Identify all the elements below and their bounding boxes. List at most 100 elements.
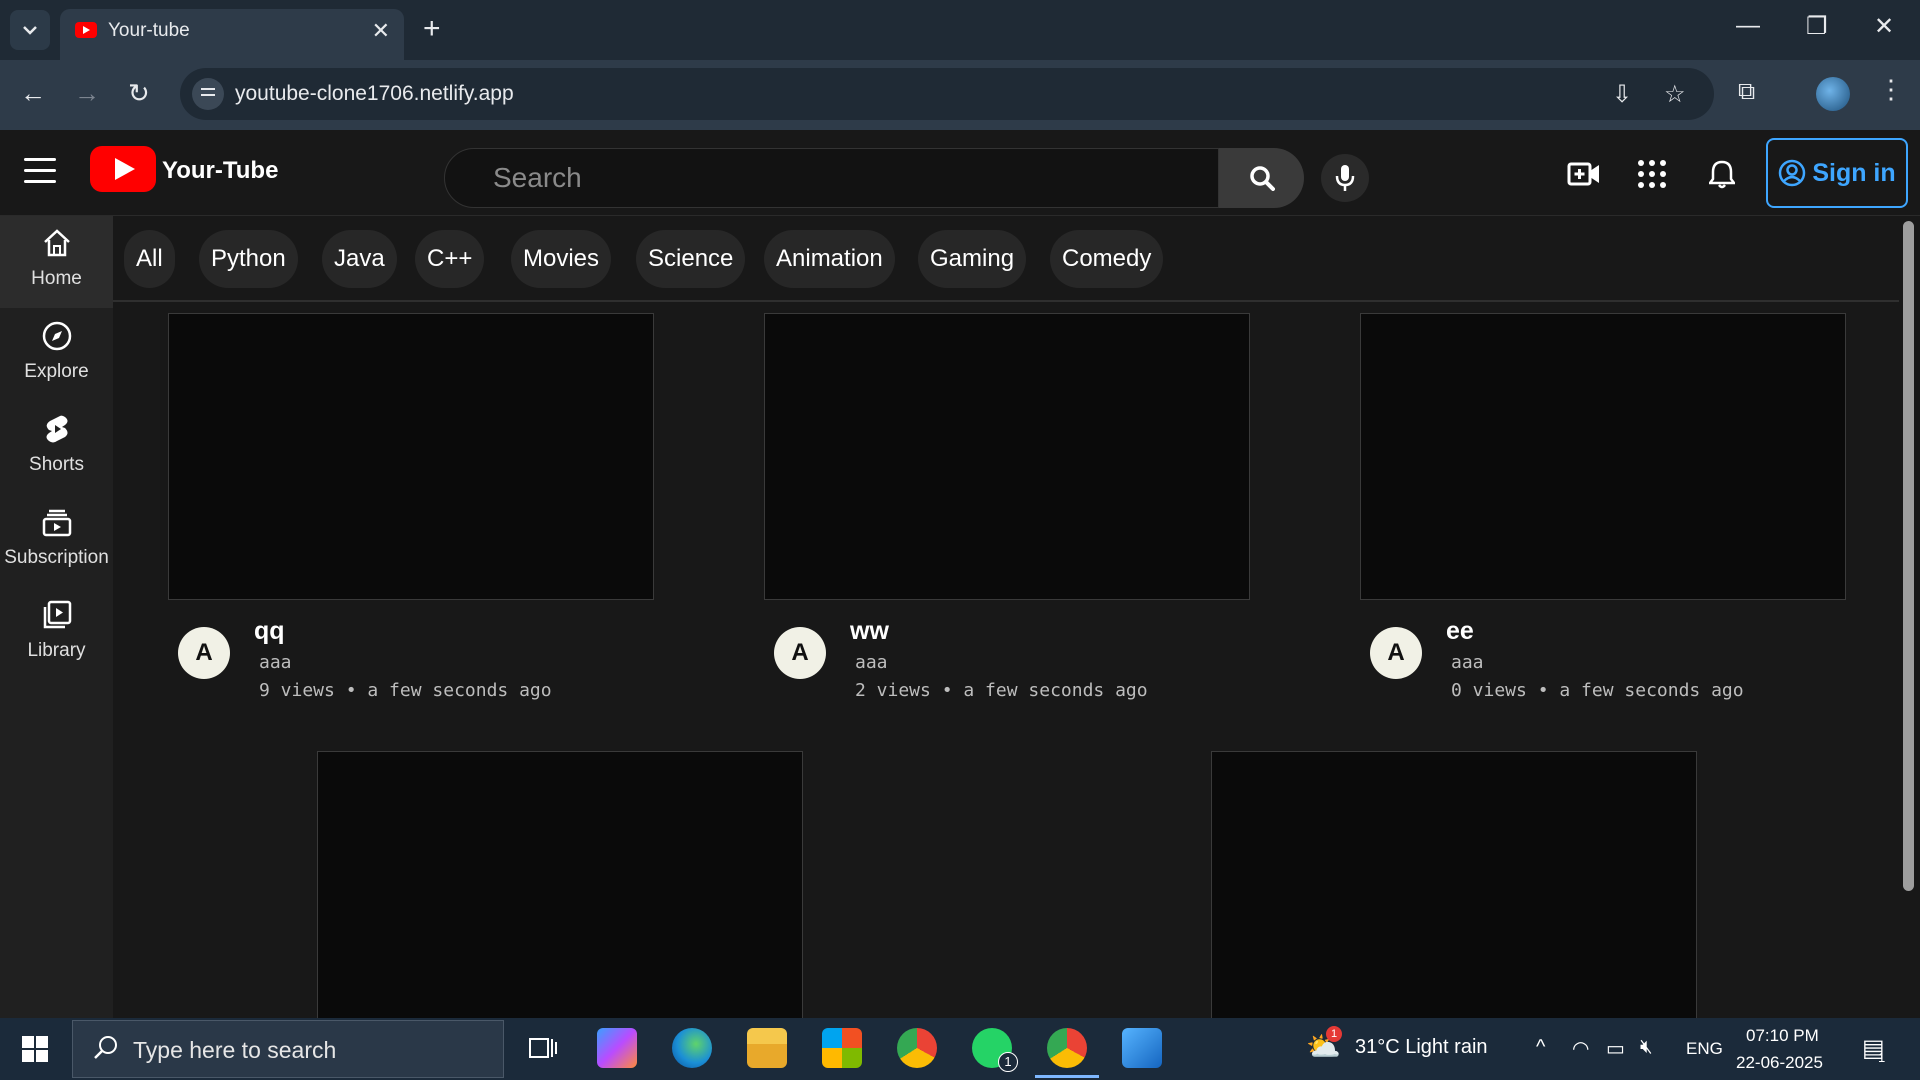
chip-all[interactable]: All bbox=[124, 230, 175, 288]
page-scrollbar[interactable] bbox=[1899, 216, 1920, 1018]
chip-comedy[interactable]: Comedy bbox=[1050, 230, 1164, 288]
app-header: Your-Tube Sign in bbox=[0, 130, 1920, 216]
taskbar-search-placeholder: Type here to search bbox=[133, 1037, 337, 1063]
tab-close-icon[interactable]: ✕ bbox=[372, 18, 390, 44]
shorts-icon bbox=[46, 415, 68, 443]
sidebar: Home Explore Shorts Subscription Library bbox=[0, 216, 113, 1018]
video-meta: 2 views • a few seconds ago bbox=[855, 680, 1148, 701]
browser-menu-icon[interactable]: ⋮ bbox=[1878, 74, 1904, 105]
search-button[interactable] bbox=[1219, 148, 1304, 208]
forward-icon[interactable]: → bbox=[74, 78, 100, 109]
chip-java[interactable]: Java bbox=[322, 230, 397, 288]
upload-time: • a few seconds ago bbox=[941, 680, 1148, 701]
channel-name[interactable]: aaa bbox=[259, 652, 292, 673]
clock-date[interactable]: 22-06-2025 bbox=[1736, 1053, 1823, 1073]
minimize-icon[interactable]: — bbox=[1736, 12, 1760, 40]
bookmark-star-icon[interactable]: ☆ bbox=[1664, 80, 1686, 109]
new-tab-icon[interactable]: + bbox=[423, 12, 441, 46]
view-count: 2 views bbox=[855, 680, 931, 701]
view-count: 9 views bbox=[259, 680, 335, 701]
sidebar-item-shorts[interactable]: Shorts bbox=[0, 402, 113, 494]
chip-movies[interactable]: Movies bbox=[511, 230, 612, 288]
chrome-profile-icon[interactable] bbox=[1035, 1028, 1099, 1078]
chevron-down-icon bbox=[23, 26, 37, 35]
home-icon bbox=[44, 229, 70, 257]
back-icon[interactable]: ← bbox=[20, 78, 46, 109]
video-thumbnail[interactable] bbox=[1360, 313, 1846, 600]
channel-avatar[interactable]: A bbox=[178, 627, 230, 679]
taskbar-search-box[interactable]: Type here to search bbox=[72, 1020, 504, 1078]
sidebar-item-label: Shorts bbox=[29, 454, 84, 475]
video-title[interactable]: ww bbox=[850, 617, 889, 646]
video-title[interactable]: ee bbox=[1446, 617, 1474, 646]
search-icon bbox=[94, 1036, 117, 1059]
subscriptions-icon bbox=[42, 509, 72, 537]
chip-cpp[interactable]: C++ bbox=[415, 230, 485, 288]
task-view-icon[interactable] bbox=[522, 1028, 562, 1068]
copilot-icon[interactable] bbox=[597, 1028, 637, 1068]
install-app-icon[interactable]: ⇩ bbox=[1612, 80, 1632, 109]
sidebar-item-explore[interactable]: Explore bbox=[0, 309, 113, 401]
video-meta: 9 views • a few seconds ago bbox=[259, 680, 552, 701]
clock-time[interactable]: 07:10 PM bbox=[1746, 1026, 1819, 1046]
volume-muted-icon[interactable]: 🔇︎ bbox=[1640, 1036, 1653, 1059]
tab-search-button[interactable] bbox=[10, 10, 50, 50]
windows-start-icon[interactable] bbox=[22, 1036, 48, 1062]
search-icon bbox=[1249, 166, 1275, 191]
channel-name[interactable]: aaa bbox=[855, 652, 888, 673]
video-thumbnail[interactable] bbox=[764, 313, 1250, 600]
edge-browser-icon[interactable] bbox=[672, 1028, 712, 1068]
video-thumbnail[interactable] bbox=[168, 313, 654, 600]
site-info-icon[interactable] bbox=[192, 78, 224, 110]
browser-tab[interactable]: Your-tube ✕ bbox=[60, 9, 404, 60]
photos-app-icon[interactable] bbox=[1122, 1028, 1162, 1068]
video-thumbnail[interactable] bbox=[317, 751, 803, 1018]
scrollbar-thumb[interactable] bbox=[1903, 221, 1914, 891]
network-icon[interactable]: ◠ bbox=[1572, 1036, 1589, 1061]
sidebar-item-home[interactable]: Home bbox=[0, 216, 113, 308]
browser-tab-bar: Your-tube ✕ + — ❐ ✕ bbox=[0, 0, 1920, 60]
video-thumbnail[interactable] bbox=[1211, 751, 1697, 1018]
chevron-up-icon[interactable]: ^ bbox=[1536, 1036, 1545, 1059]
extensions-icon[interactable]: ⧉ bbox=[1738, 78, 1755, 106]
chrome-icon[interactable] bbox=[897, 1028, 937, 1068]
channel-avatar[interactable]: A bbox=[1370, 627, 1422, 679]
sign-in-button[interactable]: Sign in bbox=[1766, 138, 1908, 208]
sign-in-label: Sign in bbox=[1812, 158, 1896, 187]
voice-search-button[interactable] bbox=[1321, 154, 1369, 202]
reload-icon[interactable]: ↻ bbox=[128, 78, 150, 109]
microsoft-store-icon[interactable] bbox=[822, 1028, 862, 1068]
chip-python[interactable]: Python bbox=[199, 230, 298, 288]
whatsapp-icon[interactable]: 1 bbox=[972, 1028, 1018, 1072]
chip-science[interactable]: Science bbox=[636, 230, 746, 288]
create-video-icon[interactable] bbox=[1564, 154, 1604, 194]
battery-icon[interactable]: ▭ bbox=[1606, 1036, 1625, 1061]
video-title[interactable]: qq bbox=[254, 617, 285, 646]
menu-icon[interactable] bbox=[24, 158, 56, 184]
channel-avatar[interactable]: A bbox=[774, 627, 826, 679]
address-bar[interactable]: youtube-clone1706.netlify.app ⇩ ☆ bbox=[180, 68, 1714, 120]
channel-name[interactable]: aaa bbox=[1451, 652, 1484, 673]
library-icon bbox=[43, 600, 72, 629]
url-text: youtube-clone1706.netlify.app bbox=[235, 82, 514, 105]
sidebar-item-library[interactable]: Library bbox=[0, 588, 113, 680]
sidebar-item-label: Home bbox=[31, 268, 82, 289]
chip-gaming[interactable]: Gaming bbox=[918, 230, 1027, 288]
brand-name[interactable]: Your-Tube bbox=[162, 157, 278, 185]
upload-time: • a few seconds ago bbox=[1537, 680, 1744, 701]
view-count: 0 views bbox=[1451, 680, 1527, 701]
search-input[interactable] bbox=[493, 161, 1193, 195]
restore-icon[interactable]: ❐ bbox=[1806, 12, 1828, 41]
notifications-bell-icon[interactable] bbox=[1702, 154, 1742, 194]
file-explorer-icon[interactable] bbox=[747, 1028, 787, 1068]
language-indicator[interactable]: ENG bbox=[1686, 1039, 1723, 1059]
youtube-favicon-icon bbox=[75, 22, 97, 38]
chip-animation[interactable]: Animation bbox=[764, 230, 895, 288]
window-close-icon[interactable]: ✕ bbox=[1874, 12, 1894, 41]
compass-icon bbox=[42, 321, 72, 351]
sidebar-item-subscription[interactable]: Subscription bbox=[0, 495, 113, 587]
profile-avatar[interactable] bbox=[1816, 77, 1850, 111]
apps-grid-icon[interactable] bbox=[1632, 154, 1672, 194]
youtube-logo-icon[interactable] bbox=[90, 146, 156, 192]
weather-text[interactable]: 31°C Light rain bbox=[1355, 1036, 1488, 1059]
